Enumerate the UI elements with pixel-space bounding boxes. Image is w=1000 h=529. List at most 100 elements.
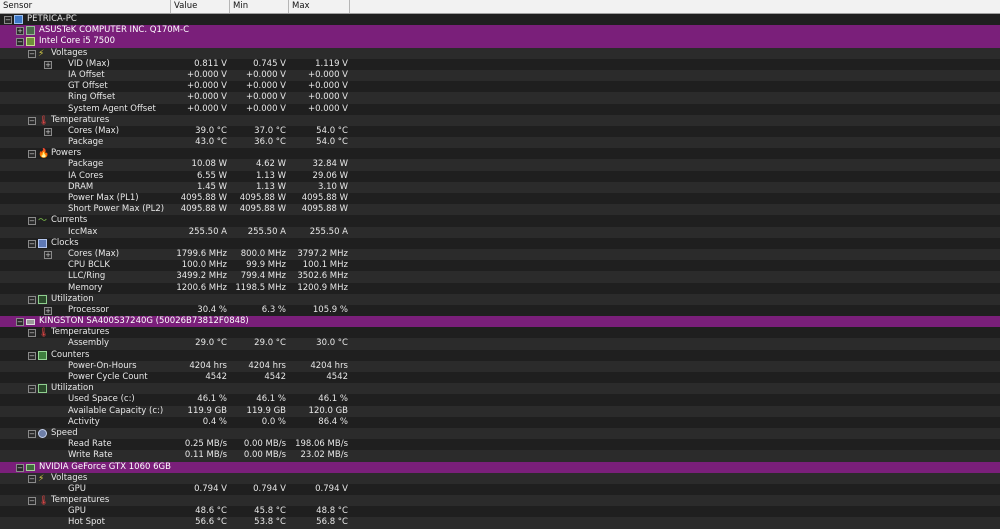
sensor-max: 3797.2 MHz [297,248,348,259]
sensor-name: Utilization [51,293,94,304]
sensor-row[interactable]: Package 43.0 °C 36.0 °C 54.0 °C [0,137,1000,149]
column-sensor[interactable]: Sensor [0,0,171,13]
sensor-row[interactable]: Short Power Max (PL2) 4095.88 W 4095.88 W 4… [0,204,1000,216]
sensor-name: Activity [68,416,100,427]
sensor-name: Intel Core i5 7500 [39,36,115,47]
root-row[interactable]: − PETRICA-PC [0,14,1000,25]
collapse-icon[interactable]: − [28,295,36,304]
sensor-row[interactable]: GPU 48.6 °C 45.8 °C 48.8 °C [0,506,1000,517]
sensor-max: 30.0 °C [316,338,348,349]
expand-icon[interactable]: + [44,306,52,315]
sensor-row[interactable]: Activity 0.4 % 0.0 % 86.4 % [0,417,1000,428]
sensor-row[interactable]: + Cores (Max) 1799.6 MHz 800.0 MHz 3797.2 MH… [0,248,1000,261]
collapse-icon[interactable]: − [16,463,24,472]
sensor-min: 4095.88 W [239,204,286,215]
sensor-row[interactable]: + VID (Max) 0.811 V 0.745 V 1.119 V [0,59,1000,70]
sensor-row[interactable]: DRAM 1.45 W 1.13 W 3.10 W [0,181,1000,193]
category-row[interactable]: − Clocks [0,238,1000,249]
category-row[interactable]: − Speed [0,427,1000,440]
sensor-row[interactable]: Available Capacity (c:) 119.9 GB 119.9 GB 1… [0,405,1000,417]
sensor-row[interactable]: + Processor 30.4 % 6.3 % 105.9 % [0,305,1000,316]
sensor-row[interactable]: IA Offset +0.000 V +0.000 V +0.000 V [0,69,1000,82]
sensor-row[interactable]: Used Space (c:) 46.1 % 46.1 % 46.1 % [0,394,1000,405]
collapse-icon[interactable]: − [16,318,24,327]
collapse-icon[interactable]: − [28,429,36,438]
sensor-row[interactable]: System Agent Offset +0.000 V +0.000 V +0.00… [0,104,1000,115]
speed-icon [38,428,47,438]
expand-icon[interactable]: + [16,27,24,36]
sensor-max: 1200.9 MHz [297,282,348,293]
collapse-icon[interactable]: − [28,351,36,360]
column-max[interactable]: Max [289,0,350,13]
sensor-row[interactable]: GT Offset +0.000 V +0.000 V +0.000 V [0,81,1000,92]
sensor-value: 4204 hrs [189,360,227,371]
sensor-row[interactable]: Memory 1200.6 MHz 1198.5 MHz 1200.9 MHz [0,283,1000,294]
collapse-icon[interactable]: − [28,474,36,483]
device-row[interactable]: − Intel Core i5 7500 [0,36,1000,48]
expand-icon[interactable]: + [44,60,52,69]
util-icon [38,294,47,304]
sensor-value: 43.0 °C [195,137,227,148]
sensor-row[interactable]: IA Cores 6.55 W 1.13 W 29.06 W [0,171,1000,182]
sensor-name: Package [68,137,104,148]
sensor-row[interactable]: GPU 0.794 V 0.794 V 0.794 V [0,484,1000,495]
collapse-icon[interactable]: − [4,16,12,24]
sensor-max: 23.02 MB/s [300,450,349,461]
device-row[interactable]: − KINGSTON SA400S37240G (50026B73812F0848… [0,316,1000,328]
sensor-row[interactable]: LLC/Ring 3499.2 MHz 799.4 MHz 3502.6 MHz [0,271,1000,283]
sensor-row[interactable]: Power Max (PL1) 4095.88 W 4095.88 W 4095.88… [0,193,1000,204]
sensor-name: Ring Offset [68,92,116,103]
sensor-row[interactable]: Power Cycle Count 4542 4542 4542 [0,372,1000,383]
collapse-icon[interactable]: − [28,116,36,125]
sensor-row[interactable]: Assembly 29.0 °C 29.0 °C 30.0 °C [0,338,1000,350]
collapse-icon[interactable]: − [28,385,36,394]
sensor-max: 1.119 V [315,58,348,69]
category-row[interactable]: − Utilization [0,383,1000,395]
sensor-name: System Agent Offset [68,103,156,114]
sensor-max: 54.0 °C [316,137,348,148]
sensor-row[interactable]: Read Rate 0.25 MB/s 0.00 MB/s 198.06 MB/s [0,439,1000,450]
collapse-icon[interactable]: − [28,329,36,338]
category-row[interactable]: − ⚡ Voltages [0,47,1000,59]
category-row[interactable]: − 〜 Currents [0,215,1000,226]
sensor-row[interactable]: Ring Offset +0.000 V +0.000 V +0.000 V [0,92,1000,104]
category-row[interactable]: − 🔥 Powers [0,148,1000,159]
sensor-max: 54.0 °C [316,125,348,136]
sensor-value: 0.794 V [194,483,227,494]
category-row[interactable]: − 🌡 Temperatures [0,495,1000,507]
collapse-icon[interactable]: − [28,150,36,159]
expand-icon[interactable]: + [44,250,52,259]
column-value[interactable]: Value [171,0,230,13]
expand-icon[interactable]: + [44,127,52,136]
device-row[interactable]: + ASUSTeK COMPUTER INC. Q170M-C [0,25,1000,37]
volt-icon: ⚡ [38,473,45,484]
sensor-max: +0.000 V [308,92,348,103]
sensor-name: GT Offset [68,81,108,92]
sensor-tree[interactable]: − PETRICA-PC + ASUSTeK COMPUTER INC. Q170M-… [0,14,1000,529]
collapse-icon[interactable]: − [28,239,36,248]
category-row[interactable]: − Utilization [0,293,1000,305]
column-min[interactable]: Min [230,0,289,13]
sensor-value: 30.4 % [197,304,227,315]
sensor-row[interactable]: CPU BCLK 100.0 MHz 99.9 MHz 100.1 MHz [0,260,1000,271]
collapse-icon[interactable]: − [28,49,36,58]
sensor-row[interactable]: IccMax 255.50 A 255.50 A 255.50 A [0,226,1000,238]
sensor-name: Voltages [51,47,88,58]
sensor-row[interactable]: + Cores (Max) 39.0 °C 37.0 °C 54.0 °C [0,126,1000,137]
sensor-min: 799.4 MHz [240,271,286,282]
power-icon: 🔥 [38,149,50,160]
sensor-max: 3502.6 MHz [297,271,348,282]
sensor-row[interactable]: Write Rate 0.11 MB/s 0.00 MB/s 23.02 MB/s [0,450,1000,462]
category-row[interactable]: − 🌡 Temperatures [0,327,1000,338]
category-row[interactable]: − 🌡 Temperatures [0,114,1000,126]
collapse-icon[interactable]: − [28,217,36,226]
collapse-icon[interactable]: − [16,38,24,47]
device-row[interactable]: − NVIDIA GeForce GTX 1060 6GB [0,461,1000,473]
sensor-min: +0.000 V [246,81,286,92]
category-row[interactable]: − Counters [0,350,1000,361]
collapse-icon[interactable]: − [28,497,36,506]
category-row[interactable]: − ⚡ Voltages [0,472,1000,484]
sensor-row[interactable]: Power-On-Hours 4204 hrs 4204 hrs 4204 hrs [0,360,1000,372]
sensor-name: Temperatures [51,114,110,125]
sensor-row[interactable]: Package 10.08 W 4.62 W 32.84 W [0,159,1000,171]
